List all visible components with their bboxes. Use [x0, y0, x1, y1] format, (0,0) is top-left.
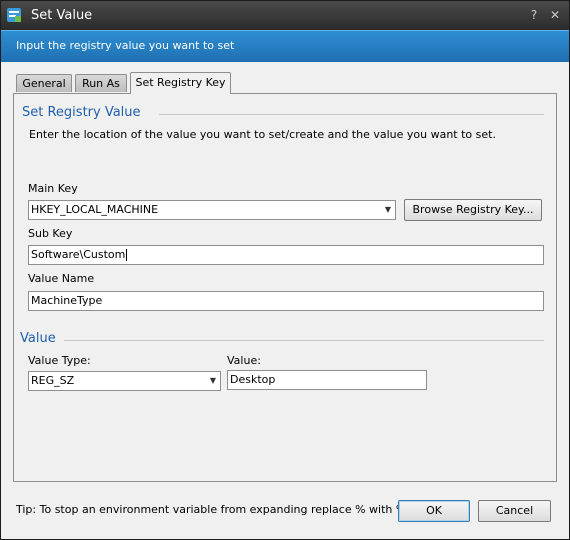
set-value-dialog: Set Value ? ✕ Input the registry value y…	[0, 0, 570, 540]
sub-key-input[interactable]: Software\Custom	[28, 245, 544, 265]
text-cursor	[126, 249, 128, 261]
value-input[interactable]: Desktop	[227, 370, 427, 390]
ok-button[interactable]: OK	[398, 500, 470, 522]
main-key-label: Main Key	[28, 182, 78, 195]
tip-text: Tip: To stop an environment variable fro…	[16, 503, 421, 516]
value-name-value: MachineType	[31, 294, 103, 307]
registry-app-icon	[7, 8, 21, 22]
window-title: Set Value	[31, 8, 93, 23]
section-title-registry: Set Registry Value	[22, 105, 141, 120]
browse-registry-key-button[interactable]: Browse Registry Key...	[404, 199, 542, 221]
value-value: Desktop	[230, 373, 276, 386]
value-type-value: REG_SZ	[31, 374, 75, 387]
tab-set-registry-key[interactable]: Set Registry Key	[130, 72, 231, 94]
tab-general[interactable]: General	[16, 74, 72, 92]
cancel-button[interactable]: Cancel	[478, 500, 551, 522]
banner-text: Input the registry value you want to set	[16, 39, 235, 52]
sub-key-value: Software\Custom	[31, 248, 126, 261]
main-key-value: HKEY_LOCAL_MACHINE	[31, 203, 159, 216]
title-bar[interactable]: Set Value ? ✕	[1, 1, 569, 30]
value-type-dropdown[interactable]: REG_SZ ▼	[28, 371, 221, 391]
section-divider	[159, 114, 544, 115]
help-button[interactable]: ?	[525, 6, 543, 24]
tab-panel: Set Registry Value Enter the location of…	[13, 93, 557, 482]
value-name-label: Value Name	[28, 272, 95, 285]
chevron-down-icon: ▼	[384, 205, 391, 214]
instruction-banner: Input the registry value you want to set	[1, 30, 569, 62]
close-button[interactable]: ✕	[546, 6, 564, 24]
value-type-label: Value Type:	[28, 354, 91, 367]
section-divider	[64, 340, 544, 341]
sub-key-label: Sub Key	[28, 227, 73, 240]
tab-run-as[interactable]: Run As	[75, 74, 127, 92]
value-label: Value:	[227, 354, 261, 367]
section-title-value: Value	[20, 331, 56, 346]
value-name-input[interactable]: MachineType	[28, 291, 544, 311]
main-key-dropdown[interactable]: HKEY_LOCAL_MACHINE ▼	[28, 200, 396, 220]
chevron-down-icon: ▼	[209, 376, 216, 385]
instruction-text: Enter the location of the value you want…	[29, 128, 496, 141]
